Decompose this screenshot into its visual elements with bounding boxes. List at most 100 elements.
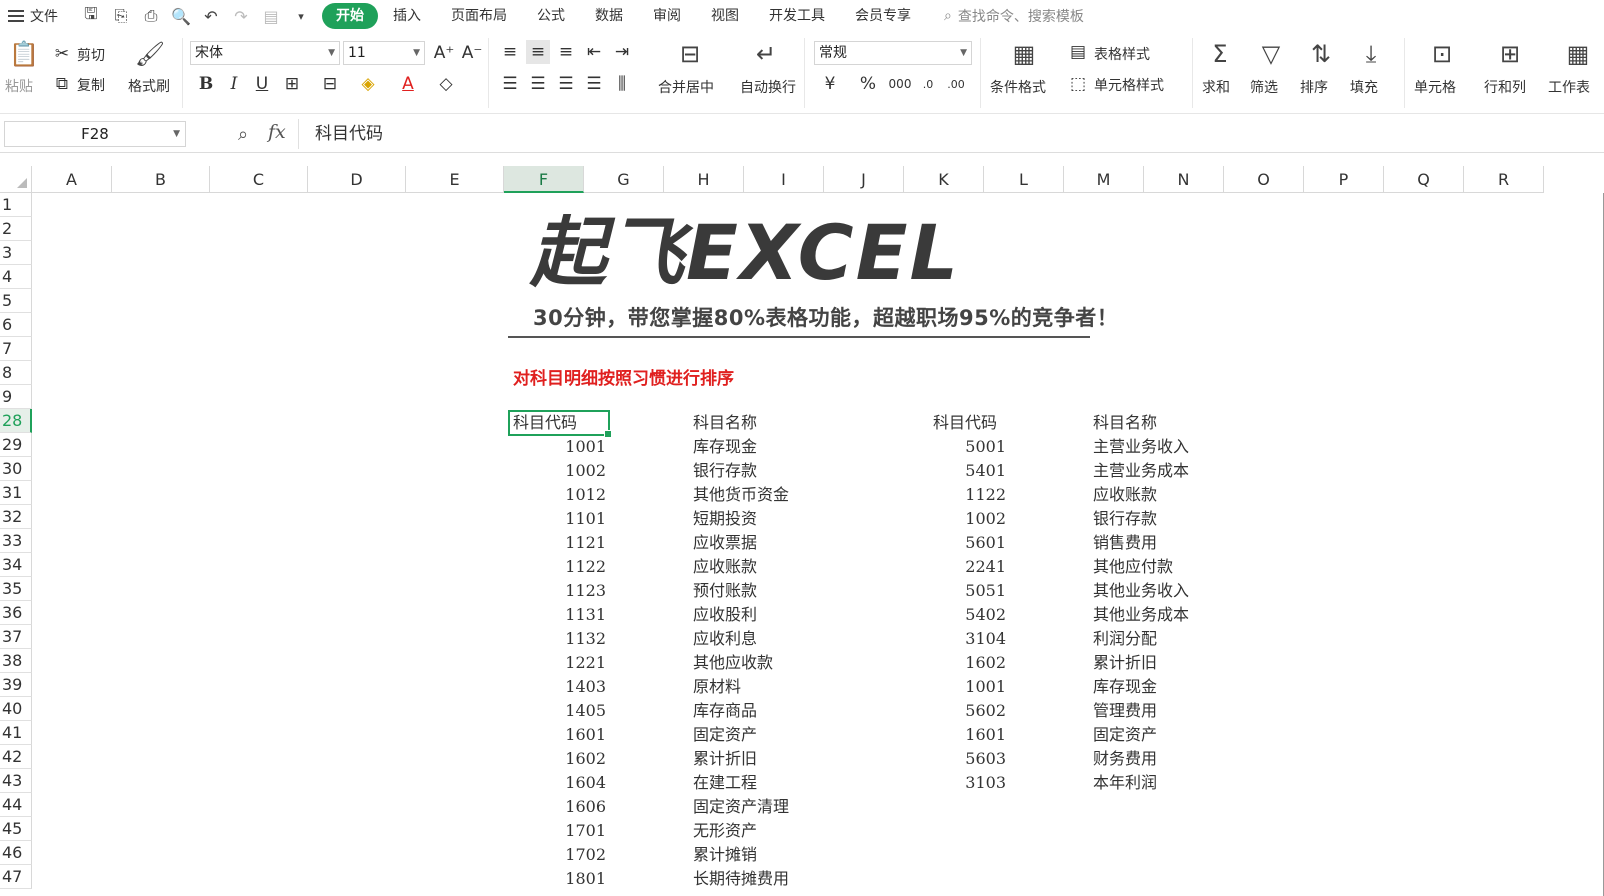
right-name-cell[interactable]: 利润分配: [1093, 627, 1157, 651]
right-name-cell[interactable]: 其他业务收入: [1093, 579, 1189, 603]
cell-button[interactable]: 单元格: [1414, 77, 1456, 97]
row-header-1[interactable]: 1: [0, 193, 32, 217]
sheet-grid[interactable]: [32, 193, 1604, 896]
right-code-cell[interactable]: 1001: [916, 675, 1006, 699]
formula-input[interactable]: 科目代码: [298, 119, 1598, 149]
left-name-cell[interactable]: 库存商品: [693, 699, 757, 723]
row-header-41[interactable]: 41: [0, 721, 32, 745]
increase-indent-icon[interactable]: ⇥: [610, 40, 634, 64]
row-header-7[interactable]: 7: [0, 337, 32, 361]
right-code-cell[interactable]: 1002: [916, 507, 1006, 531]
left-code-cell[interactable]: 1604: [516, 771, 606, 795]
column-header-h[interactable]: H: [664, 166, 744, 193]
left-name-cell[interactable]: 应收票据: [693, 531, 757, 555]
column-header-j[interactable]: J: [824, 166, 904, 193]
font-color-icon[interactable]: A: [396, 72, 420, 96]
merge-center-button[interactable]: 合并居中: [658, 77, 714, 97]
tab-8[interactable]: 会员专享: [840, 3, 926, 29]
row-header-28[interactable]: 28: [0, 409, 32, 433]
conditional-format-button[interactable]: 条件格式: [990, 77, 1046, 97]
column-header-l[interactable]: L: [984, 166, 1064, 193]
left-name-cell[interactable]: 应收利息: [693, 627, 757, 651]
header-code-left[interactable]: 科目代码: [513, 411, 577, 435]
left-code-cell[interactable]: 1602: [516, 747, 606, 771]
worksheet-button[interactable]: 工作表: [1548, 77, 1590, 97]
left-code-cell[interactable]: 1403: [516, 675, 606, 699]
table-style-button[interactable]: 表格样式: [1094, 44, 1150, 64]
right-code-cell[interactable]: 1122: [916, 483, 1006, 507]
left-name-cell[interactable]: 长期待摊费用: [693, 867, 789, 891]
header-name-left[interactable]: 科目名称: [693, 411, 757, 435]
right-code-cell[interactable]: 5603: [916, 747, 1006, 771]
increase-decimal-icon[interactable]: .0: [916, 72, 940, 96]
row-header-38[interactable]: 38: [0, 649, 32, 673]
left-code-cell[interactable]: 1123: [516, 579, 606, 603]
column-header-o[interactable]: O: [1224, 166, 1304, 193]
wrap-text-button[interactable]: 自动换行: [740, 77, 796, 97]
decrease-font-icon[interactable]: A⁻: [460, 41, 484, 65]
percent-icon[interactable]: %: [856, 72, 880, 96]
row-header-6[interactable]: 6: [0, 313, 32, 337]
export-icon[interactable]: ⎘: [110, 5, 132, 27]
row-header-33[interactable]: 33: [0, 529, 32, 553]
row-header-37[interactable]: 37: [0, 625, 32, 649]
right-code-cell[interactable]: 5401: [916, 459, 1006, 483]
row-header-4[interactable]: 4: [0, 265, 32, 289]
undo-icon[interactable]: ↶: [200, 5, 222, 27]
left-name-cell[interactable]: 应收账款: [693, 555, 757, 579]
right-name-cell[interactable]: 主营业务成本: [1093, 459, 1189, 483]
left-code-cell[interactable]: 1122: [516, 555, 606, 579]
number-format-select[interactable]: 常规 ▼: [814, 41, 972, 65]
left-code-cell[interactable]: 1702: [516, 843, 606, 867]
decrease-indent-icon[interactable]: ⇤: [582, 40, 606, 64]
file-menu[interactable]: 文件: [8, 6, 58, 26]
row-header-39[interactable]: 39: [0, 673, 32, 697]
left-name-cell[interactable]: 累计摊销: [693, 843, 757, 867]
right-code-cell[interactable]: 5402: [916, 603, 1006, 627]
left-code-cell[interactable]: 1606: [516, 795, 606, 819]
row-header-44[interactable]: 44: [0, 793, 32, 817]
left-name-cell[interactable]: 在建工程: [693, 771, 757, 795]
select-all-corner[interactable]: [0, 166, 32, 193]
row-header-8[interactable]: 8: [0, 361, 32, 385]
right-code-cell[interactable]: 3104: [916, 627, 1006, 651]
row-header-43[interactable]: 43: [0, 769, 32, 793]
row-header-30[interactable]: 30: [0, 457, 32, 481]
justify-icon[interactable]: ☰: [582, 72, 606, 96]
header-name-right[interactable]: 科目名称: [1093, 411, 1157, 435]
right-name-cell[interactable]: 财务费用: [1093, 747, 1157, 771]
column-header-p[interactable]: P: [1304, 166, 1384, 193]
column-header-a[interactable]: A: [32, 166, 112, 193]
column-header-q[interactable]: Q: [1384, 166, 1464, 193]
decrease-decimal-icon[interactable]: .00: [944, 72, 968, 96]
right-name-cell[interactable]: 累计折旧: [1093, 651, 1157, 675]
right-code-cell[interactable]: 5601: [916, 531, 1006, 555]
paste-icon[interactable]: 📋: [9, 40, 39, 68]
left-name-cell[interactable]: 固定资产清理: [693, 795, 789, 819]
left-name-cell[interactable]: 银行存款: [693, 459, 757, 483]
font-name-select[interactable]: 宋体 ▼: [190, 41, 340, 65]
align-center-icon[interactable]: ☰: [526, 72, 550, 96]
right-name-cell[interactable]: 其他应付款: [1093, 555, 1173, 579]
save-icon[interactable]: 🖫: [80, 4, 102, 27]
left-name-cell[interactable]: 无形资产: [693, 819, 757, 843]
row-header-47[interactable]: 47: [0, 865, 32, 889]
tab-1[interactable]: 插入: [378, 3, 436, 29]
row-header-46[interactable]: 46: [0, 841, 32, 865]
left-name-cell[interactable]: 预付账款: [693, 579, 757, 603]
left-code-cell[interactable]: 1701: [516, 819, 606, 843]
thousands-icon[interactable]: 000: [888, 72, 912, 96]
align-left-icon[interactable]: ☰: [498, 72, 522, 96]
left-code-cell[interactable]: 1131: [516, 603, 606, 627]
redo-icon[interactable]: ↷: [230, 5, 252, 27]
align-bottom-icon[interactable]: ≡: [554, 40, 578, 64]
name-box[interactable]: F28 ▼: [4, 121, 186, 147]
tab-3[interactable]: 公式: [522, 3, 580, 29]
column-header-k[interactable]: K: [904, 166, 984, 193]
row-header-35[interactable]: 35: [0, 577, 32, 601]
right-name-cell[interactable]: 本年利润: [1093, 771, 1157, 795]
right-code-cell[interactable]: 1602: [916, 651, 1006, 675]
left-code-cell[interactable]: 1132: [516, 627, 606, 651]
more-chevron-down-icon[interactable]: ▾: [290, 5, 312, 27]
increase-font-icon[interactable]: A⁺: [432, 41, 456, 65]
